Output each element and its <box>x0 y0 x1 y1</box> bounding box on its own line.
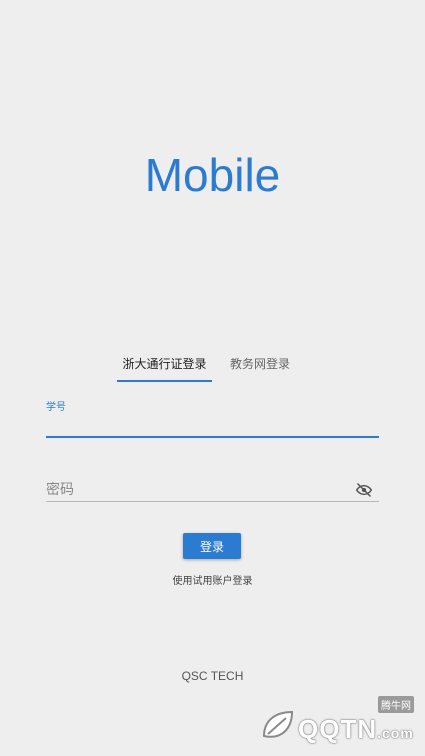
student-id-input[interactable] <box>46 414 379 434</box>
student-id-label: 学号 <box>46 402 66 413</box>
tab-zju-passport[interactable]: 浙大通行证登录 <box>117 348 212 382</box>
password-field <box>46 478 379 502</box>
password-underline <box>46 501 379 502</box>
password-input[interactable] <box>46 480 346 500</box>
trial-account-link[interactable]: 使用试用账户登录 <box>0 572 425 587</box>
footer-brand: QSC TECH <box>181 669 244 683</box>
student-id-field: 学号 <box>46 398 379 438</box>
tab-academic-system[interactable]: 教务网登录 <box>220 348 300 380</box>
app-title: Mobile <box>144 149 281 201</box>
login-button[interactable]: 登录 <box>183 533 241 559</box>
watermark-logo: QQTN.com 腾牛网 <box>258 692 418 752</box>
eye-off-icon[interactable] <box>355 482 373 498</box>
watermark-small-label: 腾牛网 <box>378 696 414 713</box>
watermark-text: QQTN.com <box>298 714 414 744</box>
leaf-logo-icon <box>262 710 294 738</box>
login-tabs: 浙大通行证登录 教务网登录 <box>0 348 425 382</box>
student-id-underline <box>46 436 379 438</box>
